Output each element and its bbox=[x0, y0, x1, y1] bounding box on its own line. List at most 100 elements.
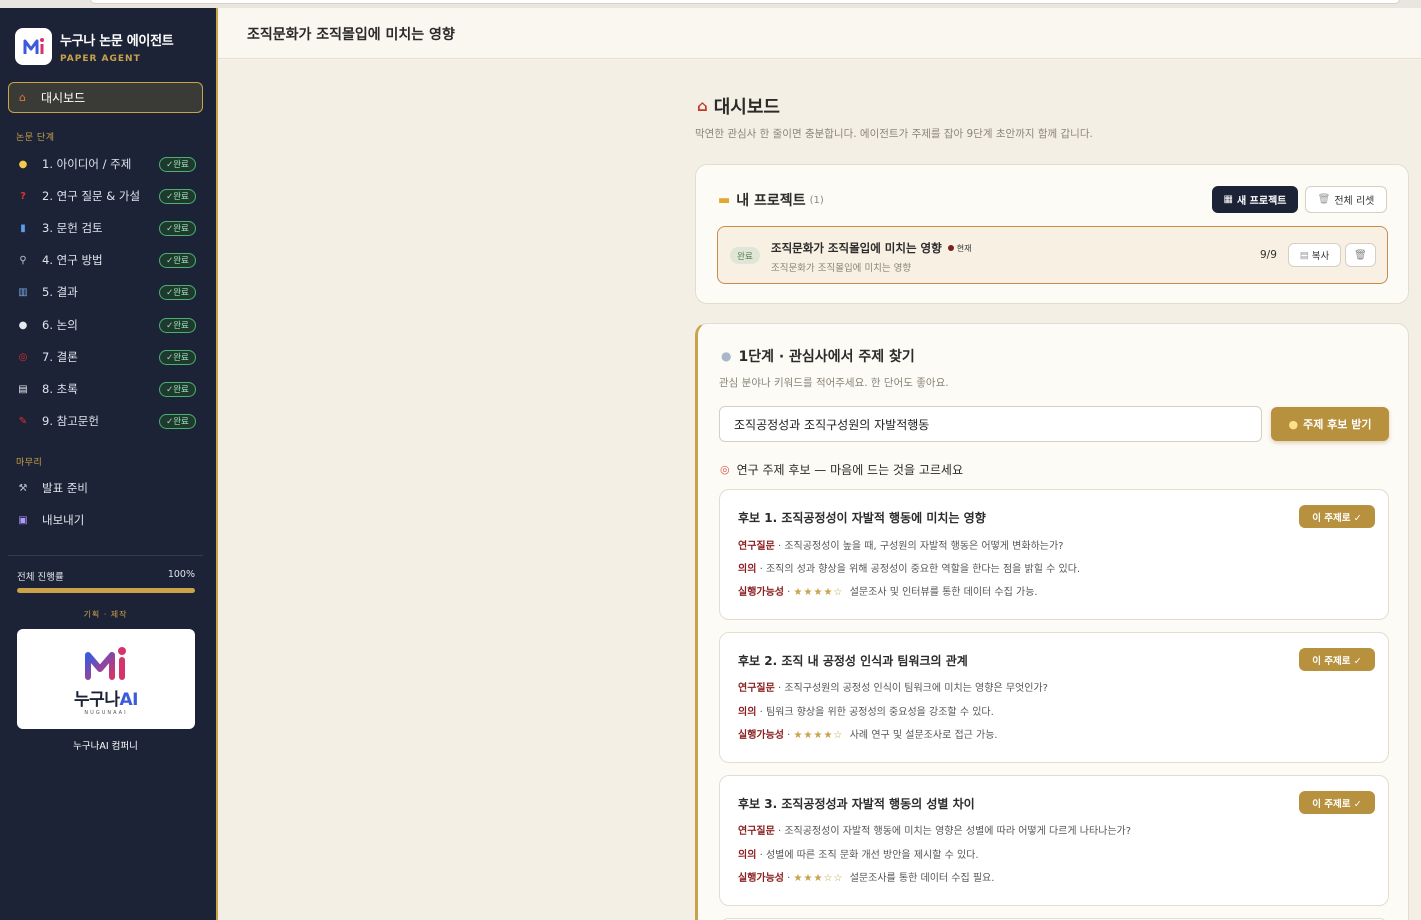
brand[interactable]: 누구나 논문 에이전트 PAPER AGENT bbox=[15, 28, 174, 65]
candidates-label: ◎ 연구 주제 후보 — 마음에 드는 것을 고르세요 bbox=[720, 463, 963, 477]
page-description: 막연한 관심사 한 줄이면 충분합니다. 에이전트가 주제를 잡아 9단계 초안… bbox=[695, 128, 1093, 140]
new-project-button[interactable]: ▦ 새 프로젝트 bbox=[1212, 186, 1298, 213]
candidate-meaning: 의의 · 팀워크 향상을 위한 공정성의 중요성을 강조할 수 있다. bbox=[738, 707, 994, 718]
candidate-feasibility: 실행가능성 · ★★★★☆ 사례 연구 및 설문조사로 접근 가능. bbox=[738, 730, 998, 741]
delete-project-button[interactable]: 🗑 bbox=[1345, 243, 1376, 267]
candidate-question: 연구질문 · 조직공정성이 자발적 행동에 미치는 영향은 성별에 따라 어떻게… bbox=[738, 826, 1132, 837]
sidebar-item-export[interactable]: ▣ 내보내기 bbox=[16, 509, 196, 531]
status-badge: ✓완료 bbox=[159, 413, 196, 429]
status-badge: ✓완료 bbox=[159, 188, 196, 204]
rating-stars: ★★★☆☆ bbox=[793, 873, 844, 884]
candidate-title: 후보 2. 조직 내 공정성 인식과 팀워크의 관계 bbox=[738, 654, 968, 668]
get-topic-candidates-button[interactable]: ● 주제 후보 받기 bbox=[1271, 407, 1389, 441]
sidebar-item-dashboard[interactable]: ⌂ 대시보드 bbox=[8, 82, 203, 113]
header-title: 조직문화가 조직몰입에 미치는 영향 bbox=[247, 27, 455, 43]
sidebar-item-label: 대시보드 bbox=[41, 91, 86, 105]
trash-icon: 🗑 bbox=[1317, 194, 1331, 205]
select-topic-button[interactable]: 이 주제로 ✓ bbox=[1299, 505, 1375, 528]
credit-label: 기획 · 제작 bbox=[83, 610, 128, 619]
candidate-card-2: 후보 2. 조직 내 공정성 인식과 팀워크의 관계 이 주제로 ✓ 연구질문 … bbox=[719, 632, 1389, 763]
new-icon: ▦ bbox=[1223, 194, 1233, 205]
sidebar-item-step-4[interactable]: ⚲ 4. 연구 방법 ✓완료 bbox=[16, 249, 196, 271]
status-badge: ✓완료 bbox=[159, 252, 196, 268]
status-badge: ✓완료 bbox=[159, 349, 196, 365]
house-icon: ⌂ bbox=[697, 97, 708, 115]
candidate-meaning: 의의 · 성별에 따른 조직 문화 개선 방안을 제시할 수 있다. bbox=[738, 850, 979, 861]
target-icon: ◎ bbox=[18, 351, 28, 363]
project-row[interactable]: 완료 조직문화가 조직몰입에 미치는 영향 현재 조직문화가 조직몰입에 미치는… bbox=[717, 226, 1388, 284]
sidebar-item-step-8[interactable]: ▤ 8. 초록 ✓완료 bbox=[16, 378, 196, 400]
sidebar: 누구나 논문 에이전트 PAPER AGENT ⌂ 대시보드 논문 단계 ● 1… bbox=[0, 8, 218, 920]
status-badge: ✓완료 bbox=[159, 381, 196, 397]
status-badge: ✓완료 bbox=[159, 156, 196, 172]
books-icon: ▮ bbox=[20, 222, 26, 234]
sidebar-item-label: 8. 초록 bbox=[42, 382, 78, 396]
pin-icon: ✎ bbox=[18, 415, 28, 427]
sidebar-item-label: 5. 결과 bbox=[42, 285, 78, 299]
current-indicator: 현재 bbox=[947, 243, 971, 254]
candidate-question: 연구질문 · 조직공정성이 높을 때, 구성원의 자발적 행동은 어떻게 변화하… bbox=[738, 541, 1064, 552]
lightbulb-icon: ● bbox=[1288, 417, 1299, 431]
sidebar-item-presentation[interactable]: ⚒ 발표 준비 bbox=[16, 477, 196, 499]
chart-icon: ▥ bbox=[18, 286, 28, 298]
select-topic-button[interactable]: 이 주제로 ✓ bbox=[1299, 791, 1375, 814]
sidebar-item-step-6[interactable]: ● 6. 논의 ✓완료 bbox=[16, 314, 196, 336]
company-logo-card[interactable]: 누구나AI NUGUNAAI bbox=[17, 629, 195, 729]
brand-logo bbox=[15, 28, 52, 65]
export-icon: ▣ bbox=[18, 514, 28, 526]
my-projects-card: ▬ 내 프로젝트 (1) ▦ 새 프로젝트 🗑 전체 리셋 완료 조직문화가 조직몰… bbox=[695, 164, 1409, 304]
house-icon: ⌂ bbox=[19, 91, 26, 104]
speech-icon: ● bbox=[18, 319, 28, 331]
page-title: ⌂ 대시보드 bbox=[697, 97, 780, 118]
overall-progress: 전체 진행률 100% bbox=[17, 569, 195, 583]
project-progress: 9/9 bbox=[1260, 249, 1277, 261]
brand-title: 누구나 논문 에이전트 bbox=[60, 33, 174, 49]
microscope-icon: ⚲ bbox=[19, 254, 27, 266]
company-name: 누구나AI 컴퍼니 bbox=[73, 741, 138, 752]
candidate-feasibility: 실행가능성 · ★★★★☆ 설문조사 및 인터뷰를 통한 데이터 수집 가능. bbox=[738, 587, 1038, 598]
candidate-question: 연구질문 · 조직구성원의 공정성 인식이 팀워크에 미치는 영향은 무엇인가? bbox=[738, 683, 1048, 694]
sidebar-item-step-3[interactable]: ▮ 3. 문헌 검토 ✓완료 bbox=[16, 217, 196, 239]
project-name: 조직문화가 조직몰입에 미치는 영향 현재 bbox=[771, 241, 972, 255]
step-title: ● 1단계 · 관심사에서 주제 찾기 bbox=[721, 349, 915, 365]
thought-bubble-icon: ● bbox=[721, 349, 732, 363]
sidebar-item-label: 4. 연구 방법 bbox=[42, 253, 103, 267]
sidebar-item-step-2[interactable]: ? 2. 연구 질문 & 가설 ✓완료 bbox=[16, 185, 196, 207]
status-badge: ✓완료 bbox=[159, 317, 196, 333]
page-header: 조직문화가 조직몰입에 미치는 영향 bbox=[218, 8, 1421, 59]
progress-bar-fill bbox=[17, 588, 195, 593]
sidebar-item-step-9[interactable]: ✎ 9. 참고문헌 ✓완료 bbox=[16, 410, 196, 432]
target-icon: ◎ bbox=[720, 463, 730, 476]
address-bar[interactable] bbox=[90, 0, 1400, 4]
hammer-icon: ⚒ bbox=[18, 482, 28, 494]
candidate-title: 후보 3. 조직공정성과 자발적 행동의 성별 차이 bbox=[738, 797, 975, 811]
trash-icon: 🗑 bbox=[1354, 249, 1367, 261]
rating-stars: ★★★★☆ bbox=[793, 730, 844, 741]
sidebar-item-label: 발표 준비 bbox=[42, 481, 88, 495]
projects-count: (1) bbox=[809, 194, 824, 206]
sidebar-item-label: 6. 논의 bbox=[42, 318, 78, 332]
rating-stars: ★★★★☆ bbox=[793, 587, 844, 598]
sidebar-item-step-7[interactable]: ◎ 7. 결론 ✓완료 bbox=[16, 346, 196, 368]
projects-heading: ▬ 내 프로젝트 (1) bbox=[718, 192, 824, 210]
copy-project-button[interactable]: ▤ 복사 bbox=[1288, 243, 1341, 267]
current-dot-icon bbox=[947, 245, 954, 251]
select-topic-button[interactable]: 이 주제로 ✓ bbox=[1299, 648, 1375, 671]
progress-label: 전체 진행률 bbox=[17, 572, 64, 583]
interest-input[interactable] bbox=[719, 406, 1262, 442]
browser-top-strip bbox=[0, 0, 1421, 8]
sidebar-item-label: 9. 참고문헌 bbox=[42, 414, 99, 428]
sidebar-item-step-5[interactable]: ▥ 5. 결과 ✓완료 bbox=[16, 281, 196, 303]
sidebar-divider bbox=[8, 555, 203, 556]
section-label-finish: 마무리 bbox=[16, 458, 43, 468]
progress-bar bbox=[17, 588, 195, 593]
sidebar-item-step-1[interactable]: ● 1. 아이디어 / 주제 ✓완료 bbox=[16, 153, 196, 175]
candidate-title: 후보 1. 조직공정성이 자발적 행동에 미치는 영향 bbox=[738, 511, 986, 525]
logo-icon bbox=[23, 37, 44, 54]
reset-all-button[interactable]: 🗑 전체 리셋 bbox=[1305, 186, 1387, 213]
folder-icon: ▬ bbox=[718, 192, 731, 208]
section-label-steps: 논문 단계 bbox=[16, 133, 55, 143]
document-icon: ▤ bbox=[18, 383, 28, 395]
company-tagline: NUGUNAAI bbox=[84, 709, 128, 716]
status-badge: ✓완료 bbox=[159, 220, 196, 236]
